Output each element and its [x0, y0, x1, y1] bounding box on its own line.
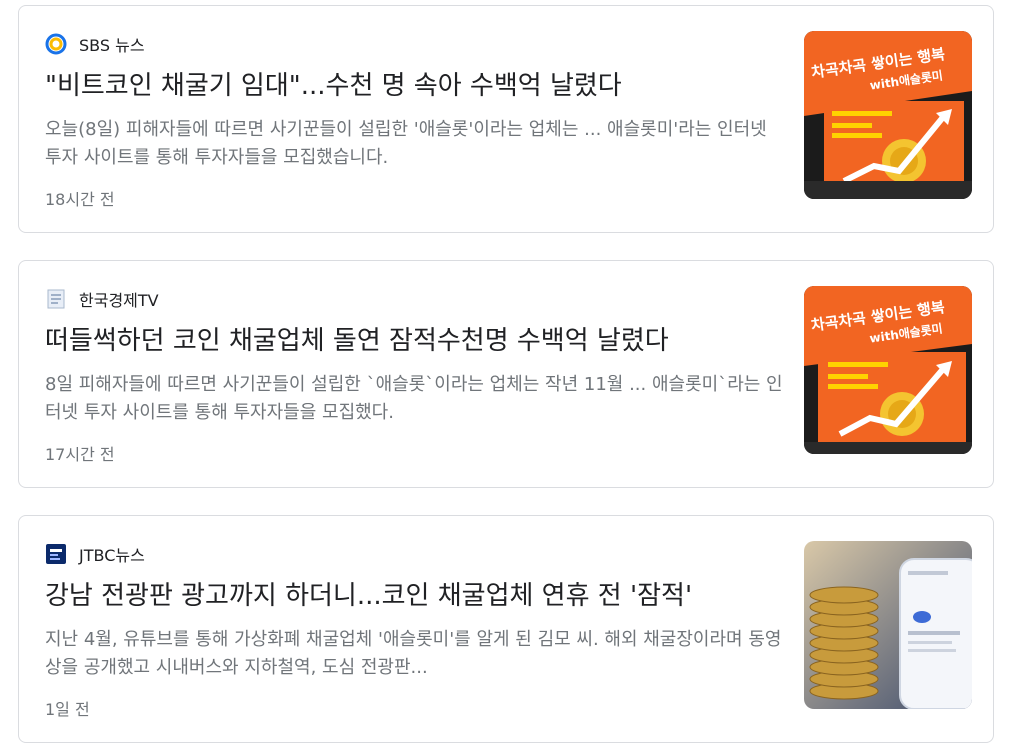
timestamp: 1일 전: [45, 700, 90, 719]
sbs-logo-icon: [45, 33, 67, 55]
news-card-3[interactable]: JTBC뉴스 강남 전광판 광고까지 하더니...코인 채굴업체 연휴 전 '잠…: [18, 515, 994, 743]
snippet: 지난 4월, 유튜브를 통해 가상화폐 채굴업체 '애슬롯미'를 알게 된 김모…: [45, 629, 782, 678]
snippet: 오늘(8일) 피해자들에 따르면 사기꾼들이 설립한 '애슬롯'이라는 업체는 …: [45, 119, 767, 168]
document-logo-icon: [45, 288, 67, 310]
thumbnail-image[interactable]: 차곡차곡 쌓이는 행복 with애슬롯미: [804, 31, 972, 199]
headline-link[interactable]: 강남 전광판 광고까지 하더니...코인 채굴업체 연휴 전 '잠적': [45, 578, 785, 614]
source-name: SBS 뉴스: [79, 36, 145, 55]
timestamp: 17시간 전: [45, 445, 115, 464]
thumbnail-image[interactable]: 차곡차곡 쌓이는 행복 with애슬롯미: [804, 286, 972, 454]
timestamp: 18시간 전: [45, 190, 115, 209]
news-card-2[interactable]: 한국경제TV 떠들썩하던 코인 채굴업체 돌연 잠적수천명 수백억 날렸다 8일…: [18, 260, 994, 488]
source-row: SBS 뉴스: [45, 32, 145, 56]
source-row: JTBC뉴스: [45, 542, 145, 566]
thumbnail-image[interactable]: [804, 541, 972, 709]
headline-link[interactable]: 떠들썩하던 코인 채굴업체 돌연 잠적수천명 수백억 날렸다: [45, 323, 785, 359]
jtbc-logo-icon: [45, 543, 67, 565]
headline-link[interactable]: "비트코인 채굴기 임대"...수천 명 속아 수백억 날렸다: [45, 68, 785, 104]
source-name: JTBC뉴스: [79, 546, 145, 565]
snippet: 8일 피해자들에 따르면 사기꾼들이 설립한 `애슬롯`이라는 업체는 작년 1…: [45, 374, 783, 423]
source-name: 한국경제TV: [79, 291, 159, 310]
source-row: 한국경제TV: [45, 287, 159, 311]
news-card-1[interactable]: SBS 뉴스 "비트코인 채굴기 임대"...수천 명 속아 수백억 날렸다 오…: [18, 5, 994, 233]
